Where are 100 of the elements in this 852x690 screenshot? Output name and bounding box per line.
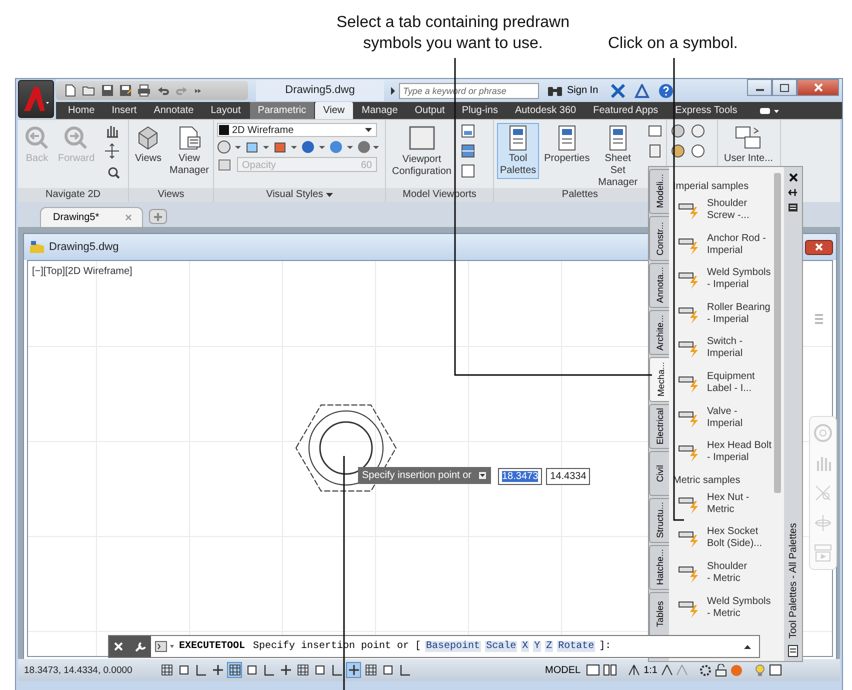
- annotation-icon[interactable]: [661, 664, 674, 676]
- palette-button[interactable]: Properties: [541, 123, 593, 167]
- cube-icon[interactable]: [217, 158, 233, 172]
- user-interface-button[interactable]: User Inte...: [721, 123, 776, 167]
- coordinate-field[interactable]: 18.3473: [498, 468, 542, 485]
- triangle-icon[interactable]: [390, 86, 396, 94]
- palette-tab[interactable]: Modeli...: [649, 169, 669, 214]
- palette-tool[interactable]: Weld Symbols - Metric: [673, 596, 784, 630]
- triangle-network-icon[interactable]: [634, 84, 650, 98]
- palette-tool[interactable]: Valve - Imperial: [673, 406, 784, 440]
- visual-style-dropdown[interactable]: 2D Wireframe: [217, 123, 377, 137]
- caret-up-icon[interactable]: [744, 644, 751, 648]
- palette-tool[interactable]: Hex Nut - Metric: [673, 492, 784, 526]
- command-option[interactable]: Z: [545, 641, 554, 652]
- palette-tool[interactable]: Switch - Imperial: [673, 336, 784, 371]
- minimize-button[interactable]: [747, 79, 772, 96]
- palette-button[interactable]: Tool Palettes: [497, 123, 540, 179]
- close-icon: [814, 83, 822, 92]
- palette-tab[interactable]: Annota...: [649, 263, 669, 308]
- ribbon-tab[interactable]: Home: [60, 102, 103, 119]
- window-icon[interactable]: [647, 123, 663, 139]
- ribbon-tab[interactable]: Output: [406, 102, 453, 119]
- x-logo-icon[interactable]: [610, 84, 626, 98]
- palette-tool[interactable]: Roller Bearing - Imperial: [673, 302, 784, 336]
- printer-icon[interactable]: [137, 84, 151, 97]
- ribbon-tab[interactable]: Featured Apps: [585, 102, 666, 119]
- layout-icon[interactable]: [602, 664, 617, 676]
- new-file-icon[interactable]: [64, 84, 77, 97]
- views-button[interactable]: Views: [132, 123, 164, 167]
- caret-icon: [365, 128, 372, 132]
- palette-tab[interactable]: Tables: [649, 592, 669, 637]
- status-toggle[interactable]: [227, 662, 242, 678]
- close-button[interactable]: [797, 79, 839, 96]
- viewport-label[interactable]: [−][Top][2D Wireframe]: [32, 266, 132, 277]
- status-toggle[interactable]: [278, 662, 293, 678]
- palette-tab[interactable]: Electrical: [649, 404, 669, 449]
- move-cross-icon[interactable]: [104, 143, 120, 159]
- model-button[interactable]: MODEL: [543, 664, 583, 676]
- lock-icon[interactable]: [715, 664, 728, 676]
- command-option[interactable]: Scale: [485, 641, 518, 652]
- status-toggle[interactable]: [363, 662, 378, 678]
- viewport-configuration-button[interactable]: Viewport Configuration: [389, 123, 454, 179]
- application-menu-button[interactable]: [18, 80, 54, 118]
- coordinate-field[interactable]: 14.4334: [546, 468, 590, 485]
- ribbon-tab[interactable]: Layout: [202, 102, 249, 119]
- ribbon-tab[interactable]: Autodesk 360: [506, 102, 584, 119]
- palette-tab[interactable]: Civil: [649, 451, 669, 496]
- window-icon[interactable]: [769, 664, 782, 676]
- ribbon-tab[interactable]: Insert: [104, 102, 145, 119]
- properties-icon[interactable]: [788, 203, 798, 212]
- view-manager-button[interactable]: View Manager: [166, 123, 212, 179]
- folder-icon[interactable]: [82, 84, 96, 97]
- split-window-icon[interactable]: [460, 143, 476, 159]
- ribbon-tab[interactable]: Plug-ins: [454, 102, 506, 119]
- window-icon[interactable]: [460, 163, 476, 179]
- palette-tab[interactable]: Constr...: [649, 216, 669, 261]
- ribbon-tab[interactable]: Manage: [354, 102, 406, 119]
- palette-tool[interactable]: Shoulder - Metric: [673, 560, 784, 596]
- status-toggle[interactable]: [159, 662, 174, 678]
- maximize-button[interactable]: [772, 79, 797, 96]
- palette-tool[interactable]: Shoulder Screw -...: [673, 198, 784, 233]
- wrench-icon[interactable]: [134, 640, 146, 652]
- command-option[interactable]: Y: [533, 641, 542, 652]
- palette-tool[interactable]: Hex Socket Bolt (Side)...: [673, 526, 784, 561]
- auto-hide-icon[interactable]: [788, 188, 798, 197]
- sign-in-button[interactable]: Sign In: [563, 85, 602, 96]
- command-option[interactable]: Basepoint: [425, 641, 482, 652]
- new-tab-button[interactable]: [149, 209, 168, 224]
- arrow-down-icon[interactable]: [478, 471, 487, 480]
- layout-icon[interactable]: [586, 664, 600, 676]
- palette-tool[interactable]: Weld Symbols - Imperial: [673, 267, 784, 302]
- palette-tab[interactable]: Hatche...: [649, 545, 669, 590]
- help-icon[interactable]: [658, 82, 674, 98]
- scrollbar[interactable]: [774, 173, 781, 493]
- scale-dropdown[interactable]: 1:1: [642, 664, 658, 676]
- palette-tab[interactable]: Archite...: [649, 310, 669, 355]
- palette-tool[interactable]: Hex Head Bolt - Imperial: [673, 440, 784, 475]
- close-button[interactable]: [805, 240, 833, 254]
- document-tab[interactable]: Drawing5*: [40, 207, 144, 227]
- window-icon[interactable]: [460, 123, 476, 139]
- command-option[interactable]: X: [521, 641, 530, 652]
- status-toggle[interactable]: [346, 662, 361, 678]
- sphere-icon[interactable]: [357, 140, 381, 154]
- command-option[interactable]: Rotate: [557, 641, 596, 652]
- panel-toggle-icon[interactable]: [760, 106, 780, 114]
- ribbon-tab[interactable]: Annotate: [146, 102, 202, 119]
- status-toggle[interactable]: [295, 662, 310, 678]
- annotation-icon[interactable]: [628, 664, 640, 676]
- properties-icon[interactable]: [788, 645, 798, 657]
- palette-tool[interactable]: Equipment Label - I...: [673, 370, 784, 406]
- ribbon-tab[interactable]: View: [315, 102, 353, 119]
- palette-tab[interactable]: Structu...: [649, 498, 669, 543]
- caret-icon[interactable]: [326, 193, 333, 197]
- close-icon[interactable]: [788, 173, 798, 182]
- palette-tab[interactable]: Mecha...: [649, 357, 671, 402]
- gear-icon[interactable]: [699, 664, 712, 676]
- undo-icon[interactable]: [156, 84, 170, 97]
- ribbon-tab[interactable]: Parametric: [250, 102, 314, 119]
- status-toggle[interactable]: [210, 662, 225, 678]
- ribbon-tab[interactable]: Express Tools: [667, 102, 746, 119]
